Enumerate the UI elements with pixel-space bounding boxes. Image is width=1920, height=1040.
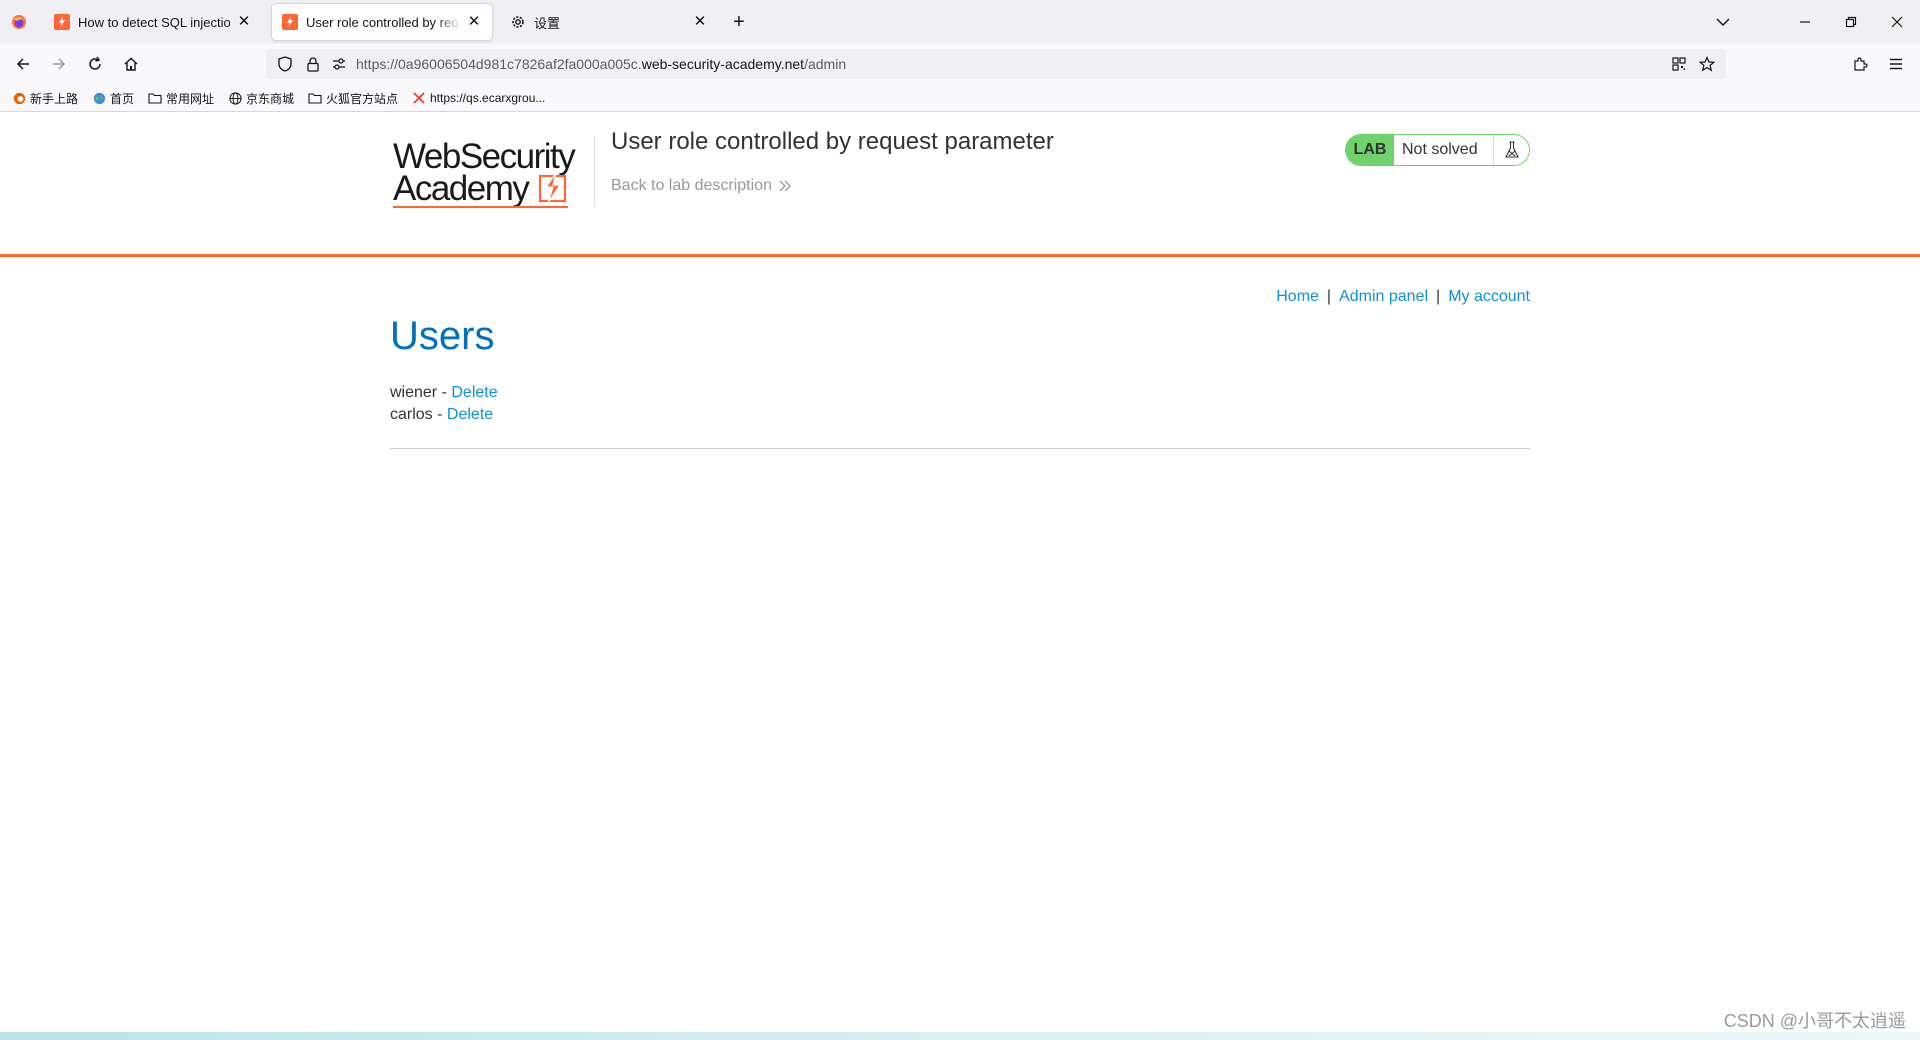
url-text[interactable]: https://0a96006504d981c7826af2fa000a005c…: [356, 56, 846, 72]
bookmark-item[interactable]: 新手上路: [12, 89, 78, 107]
navigation-toolbar: https://0a96006504d981c7826af2fa000a005c…: [0, 44, 1920, 84]
bookmark-label: 京东商城: [246, 91, 295, 106]
content-divider: [390, 448, 1530, 449]
bookmark-label: 首页: [110, 91, 135, 106]
globe-color-icon: [92, 91, 106, 105]
lab-title: User role controlled by request paramete…: [611, 128, 1054, 155]
url-path: /admin: [804, 56, 847, 72]
tab-bar: How to detect SQL injection ✕ User role …: [0, 0, 1920, 44]
minimize-icon[interactable]: [1794, 12, 1816, 32]
lock-icon[interactable]: [304, 55, 322, 73]
tab-title: 设置: [534, 15, 561, 31]
home-link[interactable]: Home: [1276, 288, 1319, 305]
list-item: carlos - Delete: [390, 404, 498, 426]
bookmark-item[interactable]: 首页: [92, 89, 134, 107]
bookmark-label: 火狐官方站点: [326, 91, 399, 106]
bookmark-item[interactable]: https://qs.ecarxgrou...: [412, 89, 545, 107]
top-nav: Home | Admin panel | My account: [1276, 288, 1530, 306]
folder-icon: [148, 91, 162, 105]
tab-title: How to detect SQL injection: [78, 14, 230, 30]
gear-icon: [512, 16, 524, 28]
my-account-link[interactable]: My account: [1448, 288, 1530, 305]
forward-arrow-icon[interactable]: [48, 54, 70, 74]
watermark: CSDN @小哥不太逍遥: [1723, 1011, 1906, 1031]
logo-line2: Academy: [393, 169, 530, 208]
delete-user-link[interactable]: Delete: [451, 384, 497, 401]
folder-icon: [308, 91, 322, 105]
globe-icon: [228, 91, 242, 105]
qr-code-icon[interactable]: [1670, 55, 1688, 73]
reload-icon[interactable]: [84, 54, 106, 74]
lab-status-widget: LAB Not solved: [1345, 134, 1530, 166]
user-separator: -: [432, 406, 447, 423]
bookmarks-toolbar: 新手上路 首页 常用网址 京东商城 火狐官方站点 https://qs.ecar…: [0, 84, 1920, 112]
portswigger-favicon-icon: [54, 14, 70, 30]
firefox-menu-icon[interactable]: [8, 12, 30, 32]
bookmark-label: 新手上路: [30, 91, 79, 106]
admin-panel-link[interactable]: Admin panel: [1339, 288, 1428, 305]
new-tab-icon[interactable]: +: [728, 11, 750, 33]
address-bar[interactable]: https://0a96006504d981c7826af2fa000a005c…: [266, 49, 1726, 79]
close-tab-icon[interactable]: ✕: [236, 14, 252, 30]
bookmark-label: 常用网址: [166, 91, 215, 106]
back-link-label: Back to lab description: [611, 177, 772, 194]
shield-icon[interactable]: [276, 55, 294, 73]
bookmark-item[interactable]: 常用网址: [148, 89, 214, 107]
nav-separator: |: [1436, 288, 1441, 305]
lab-status-text: Not solved: [1394, 135, 1493, 165]
url-host: web-security-academy.net: [641, 56, 805, 72]
web-security-academy-logo[interactable]: WebSecurity Academy: [390, 132, 590, 212]
restore-icon[interactable]: [1840, 12, 1862, 32]
lab-header: WebSecurity Academy User role controlled…: [0, 112, 1920, 257]
tab-user-role[interactable]: User role controlled by request paramete…: [272, 4, 492, 40]
lab-badge: LAB: [1346, 135, 1394, 165]
close-tab-icon[interactable]: ✕: [692, 14, 708, 30]
flask-icon: [1493, 135, 1529, 165]
chevron-down-icon[interactable]: [1712, 12, 1734, 32]
hamburger-menu-icon[interactable]: [1885, 54, 1907, 74]
url-prefix: https://0a96006504d981c7826af2fa000a005c…: [356, 56, 642, 72]
bookmark-item[interactable]: 火狐官方站点: [308, 89, 398, 107]
bookmark-item[interactable]: 京东商城: [228, 89, 294, 107]
delete-user-link[interactable]: Delete: [447, 406, 493, 423]
user-separator: -: [437, 384, 452, 401]
user-name: carlos: [390, 406, 433, 423]
star-bookmark-icon[interactable]: [1698, 55, 1716, 73]
x-icon: [412, 91, 426, 105]
back-to-lab-description-link[interactable]: Back to lab description: [611, 177, 792, 195]
home-icon[interactable]: [120, 54, 142, 74]
nav-separator: |: [1326, 288, 1332, 305]
portswigger-favicon-icon: [282, 14, 298, 30]
user-list: wiener - Delete carlos - Delete: [390, 382, 498, 426]
header-divider: [594, 136, 595, 206]
firefox-icon: [12, 91, 26, 105]
close-tab-icon[interactable]: ✕: [466, 14, 482, 30]
page-title: Users: [390, 314, 495, 358]
double-chevron-right-icon: [779, 180, 791, 192]
user-name: wiener: [390, 384, 438, 401]
tab-sql-injection[interactable]: How to detect SQL injection ✕: [44, 4, 262, 40]
tab-title: User role controlled by request paramete…: [306, 14, 460, 30]
permissions-icon[interactable]: [330, 55, 348, 73]
list-item: wiener - Delete: [390, 382, 498, 404]
taskbar-strip: [0, 1032, 1920, 1040]
bookmark-label: https://qs.ecarxgrou...: [430, 91, 546, 105]
tab-settings[interactable]: 设置 ✕: [500, 4, 718, 40]
back-arrow-icon[interactable]: [12, 54, 34, 74]
close-window-icon[interactable]: [1886, 12, 1908, 32]
extensions-icon[interactable]: [1849, 54, 1871, 74]
